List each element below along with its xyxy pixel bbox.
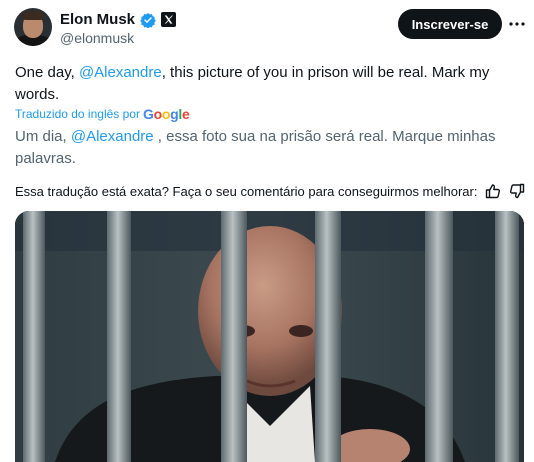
translation-feedback: Essa tradução está exata? Faça o seu com… [15, 183, 525, 199]
translated-text: Um dia, @Alexandre , essa foto sua na pr… [15, 126, 520, 170]
thumbs-up-icon[interactable] [485, 183, 501, 199]
subscribe-button[interactable]: Inscrever-se [398, 9, 502, 39]
author-display-name[interactable]: Elon Musk [60, 11, 135, 28]
tweet-media-image[interactable] [15, 211, 524, 462]
tweet-text: One day, @Alexandre, this picture of you… [15, 62, 520, 106]
x-logo-icon [161, 12, 177, 27]
translation-feedback-prompt: Essa tradução está exata? Faça o seu com… [15, 183, 478, 199]
translated-mention-link[interactable]: @Alexandre [71, 128, 154, 145]
author-name-row: Elon Musk [60, 11, 177, 28]
verified-badge-icon [140, 12, 156, 28]
thumbs-down-icon[interactable] [509, 183, 525, 199]
translated-text-start: Um dia, [15, 128, 71, 145]
more-options-icon[interactable] [508, 15, 526, 33]
google-logo: Google [142, 106, 190, 122]
avatar[interactable] [14, 8, 52, 46]
prison-photo [15, 211, 524, 462]
translated-by-label[interactable]: Traduzido do inglês por Google [15, 106, 190, 122]
author-handle[interactable]: @elonmusk [60, 30, 134, 46]
tweet-text-start: One day, [15, 64, 79, 81]
translated-by-text: Traduzido do inglês por [15, 107, 140, 121]
mention-link[interactable]: @Alexandre [79, 64, 162, 81]
